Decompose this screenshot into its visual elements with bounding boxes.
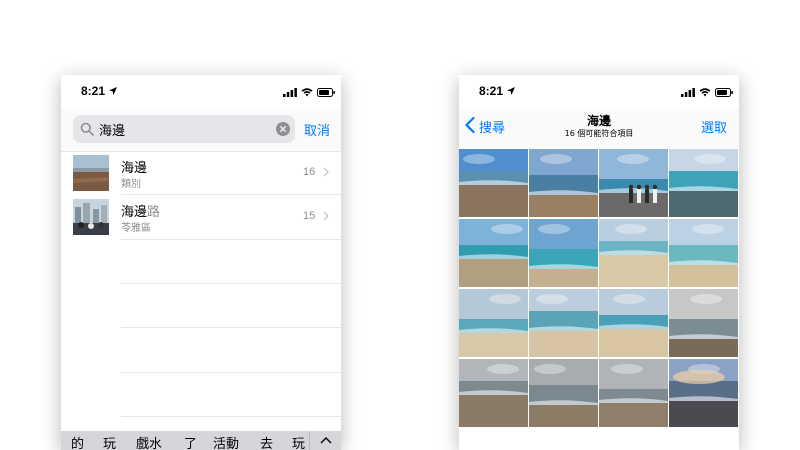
people-on-rocks <box>599 149 668 217</box>
result-row-location[interactable]: 海邊路 苓雅區 15 <box>61 195 341 239</box>
photo-thumbnail[interactable] <box>669 149 738 217</box>
location-arrow-icon <box>109 87 117 95</box>
photo-grid <box>459 149 739 427</box>
photo-thumbnail[interactable] <box>459 219 528 287</box>
photo-thumbnail[interactable] <box>599 359 668 427</box>
cancel-button[interactable]: 取消 <box>304 120 330 139</box>
photo-thumbnail[interactable] <box>459 359 528 427</box>
result-count: 16 <box>303 166 316 178</box>
cellular-signal-icon <box>283 88 297 97</box>
suggestion[interactable]: 玩 <box>103 433 116 450</box>
suggestion[interactable]: 了 <box>184 433 197 450</box>
photo-thumbnail[interactable] <box>669 359 738 427</box>
collapse-suggestions-button[interactable] <box>309 431 341 450</box>
photo-thumbnail[interactable] <box>529 289 598 357</box>
result-thumbnail <box>73 155 109 191</box>
result-thumbnail <box>73 199 109 235</box>
divider <box>121 239 341 240</box>
status-bar: 8:21 <box>459 75 739 109</box>
chevron-right-icon <box>323 211 329 221</box>
photo-thumbnail[interactable] <box>599 149 668 217</box>
result-title: 海邊 <box>121 161 148 176</box>
battery-icon <box>715 88 733 97</box>
photo-thumbnail[interactable] <box>529 359 598 427</box>
calm-sea <box>529 289 598 357</box>
search-field[interactable]: 海邊 <box>73 115 295 143</box>
result-subtitle: 苓雅區 <box>121 223 151 234</box>
grey-beach <box>599 359 668 427</box>
chevron-up-icon <box>320 437 332 444</box>
suggestion[interactable]: 去 <box>260 433 273 450</box>
search-icon <box>80 122 94 136</box>
status-bar: 8:21 <box>61 75 341 109</box>
grey-beach <box>459 359 528 427</box>
beach-cloudy-sky <box>529 149 598 217</box>
photo-thumbnail[interactable] <box>599 289 668 357</box>
photo-thumbnail[interactable] <box>669 219 738 287</box>
search-input[interactable]: 海邊 <box>99 120 125 139</box>
divider <box>121 283 341 284</box>
calm-sea <box>459 289 528 357</box>
suggestion[interactable]: 玩 <box>292 433 305 450</box>
photo-thumbnail[interactable] <box>599 219 668 287</box>
select-button[interactable]: 選取 <box>701 117 727 136</box>
photo-thumbnail[interactable] <box>529 219 598 287</box>
status-time: 8:21 <box>479 84 504 98</box>
photo-thumbnail[interactable] <box>459 289 528 357</box>
clear-icon[interactable] <box>276 122 290 136</box>
status-time: 8:21 <box>81 84 106 98</box>
wifi-icon <box>301 88 313 97</box>
search-screen: 8:21 海邊 取消 海邊 類別 16 海邊路 苓雅區 15 的 玩 戲水 了 … <box>61 75 341 450</box>
divider <box>121 372 341 373</box>
result-subtitle: 類別 <box>121 179 141 190</box>
suggestion[interactable]: 的 <box>71 433 84 450</box>
overcast-beach <box>669 289 738 357</box>
sandy-shore <box>599 219 668 287</box>
result-title: 海邊路 <box>121 205 161 220</box>
divider <box>121 327 341 328</box>
sea-with-rocks <box>669 149 738 217</box>
page-title: 海邊 <box>586 114 611 128</box>
suggestion[interactable]: 戲水 <box>136 433 162 450</box>
photo-thumbnail[interactable] <box>669 289 738 357</box>
sandy-shore <box>669 219 738 287</box>
location-arrow-icon <box>507 87 515 95</box>
navigation-bar: 搜尋 海邊 16 個可能符合項目 選取 <box>459 109 739 149</box>
search-bar: 海邊 取消 <box>61 109 341 151</box>
cellular-signal-icon <box>681 88 695 97</box>
suggestion[interactable]: 活動 <box>213 433 239 450</box>
beach-blue-sky <box>459 149 528 217</box>
result-row-category[interactable]: 海邊 類別 16 <box>61 151 341 195</box>
page-subtitle: 16 個可能符合項目 <box>564 129 634 138</box>
chevron-right-icon <box>323 167 329 177</box>
sunset-clouds <box>669 359 738 427</box>
calm-sea <box>599 289 668 357</box>
photo-thumbnail[interactable] <box>529 149 598 217</box>
divider <box>121 416 341 417</box>
waves-shore <box>529 219 598 287</box>
wifi-icon <box>699 88 711 97</box>
battery-icon <box>317 88 335 97</box>
keyboard-suggestion-bar: 的 玩 戲水 了 活動 去 玩 <box>61 431 341 450</box>
result-count: 15 <box>303 210 316 222</box>
photo-thumbnail[interactable] <box>459 149 528 217</box>
grey-beach <box>529 359 598 427</box>
results-screen: 8:21 搜尋 海邊 16 個可能符合項目 選取 <box>459 75 739 450</box>
waves-shore <box>459 219 528 287</box>
